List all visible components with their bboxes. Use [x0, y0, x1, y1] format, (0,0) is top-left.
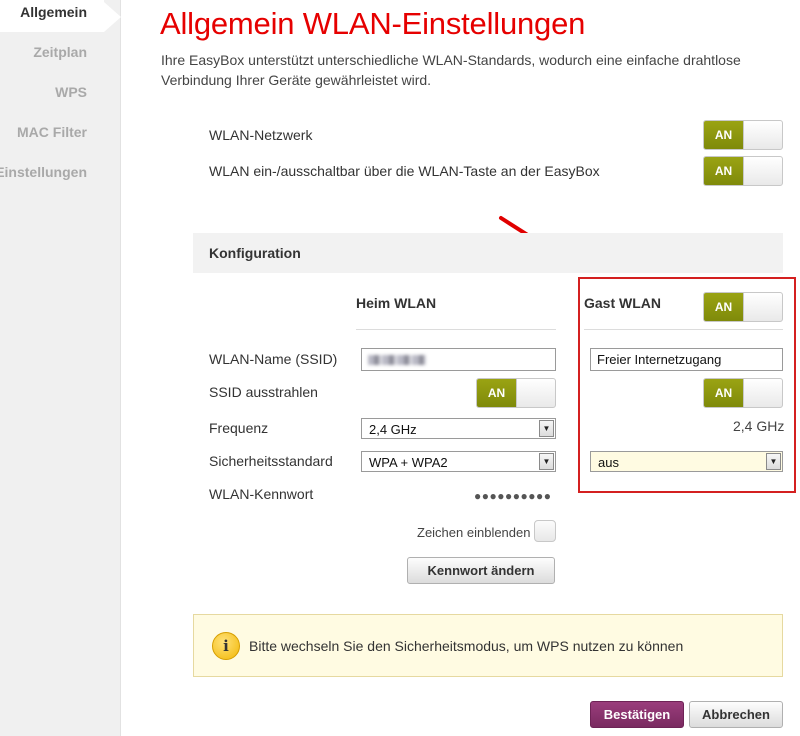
- sidebar-item-einstellungen-label: Einstellungen: [0, 164, 87, 180]
- home-broadcast-toggle[interactable]: AN: [476, 378, 556, 408]
- home-frequency-value: 2,4 GHz: [369, 422, 417, 437]
- sidebar-item-einstellungen[interactable]: Einstellungen: [0, 164, 87, 180]
- home-wlan-title: Heim WLAN: [356, 295, 437, 311]
- confirm-button[interactable]: Bestätigen: [590, 701, 684, 728]
- home-ssid-input[interactable]: [361, 348, 556, 371]
- toggle-on-label: AN: [704, 157, 743, 185]
- frequency-label: Frequenz: [209, 420, 269, 436]
- toggle-knob: [743, 121, 782, 149]
- ssid-label: WLAN-Name (SSID): [209, 351, 338, 367]
- toggle-knob: [516, 379, 555, 407]
- wlan-network-label: WLAN-Netzwerk: [209, 127, 313, 143]
- security-label: Sicherheitsstandard: [209, 453, 333, 469]
- info-icon: i: [212, 632, 240, 660]
- wlan-network-toggle[interactable]: AN: [703, 120, 783, 150]
- intro-text: Ihre EasyBox unterstützt unterschiedlich…: [161, 52, 741, 88]
- home-column-divider: [356, 329, 556, 330]
- sidebar-item-zeitplan[interactable]: Zeitplan: [33, 44, 87, 60]
- change-password-button[interactable]: Kennwort ändern: [407, 557, 555, 584]
- home-security-select[interactable]: WPA + WPA2 ▼: [361, 451, 556, 472]
- toggle-on-label: AN: [477, 379, 516, 407]
- show-chars-label: Zeichen einblenden: [417, 525, 531, 540]
- home-frequency-select[interactable]: 2,4 GHz ▼: [361, 418, 556, 439]
- wps-info-box: i Bitte wechseln Sie den Sicherheitsmodu…: [193, 614, 783, 677]
- cancel-button[interactable]: Abbrechen: [689, 701, 783, 728]
- wlan-button-label: WLAN ein-/ausschaltbar über die WLAN-Tas…: [209, 163, 600, 179]
- guest-wlan-highlight-box: [578, 277, 796, 493]
- page-title: Allgemein WLAN-Einstellungen: [160, 6, 586, 41]
- wlan-button-toggle[interactable]: AN: [703, 156, 783, 186]
- sidebar: Allgemein Zeitplan WPS MAC Filter Einste…: [0, 0, 121, 736]
- chevron-down-icon: ▼: [539, 453, 554, 470]
- redacted-ssid: [368, 355, 426, 365]
- home-security-value: WPA + WPA2: [369, 455, 448, 470]
- sidebar-active-notch: [104, 2, 121, 32]
- chevron-down-icon: ▼: [539, 420, 554, 437]
- broadcast-ssid-label: SSID ausstrahlen: [209, 384, 318, 400]
- config-header: Konfiguration: [193, 233, 783, 273]
- toggle-knob: [743, 157, 782, 185]
- show-chars-checkbox[interactable]: [534, 520, 556, 542]
- password-mask: ●●●●●●●●●●: [474, 489, 552, 503]
- sidebar-item-wps[interactable]: WPS: [55, 84, 87, 100]
- password-label: WLAN-Kennwort: [209, 486, 314, 502]
- config-header-title: Konfiguration: [209, 245, 301, 261]
- sidebar-item-allgemein[interactable]: Allgemein: [20, 4, 87, 20]
- toggle-on-label: AN: [704, 121, 743, 149]
- wps-info-text: Bitte wechseln Sie den Sicherheitsmodus,…: [249, 638, 684, 654]
- sidebar-item-mac-filter[interactable]: MAC Filter: [17, 124, 87, 140]
